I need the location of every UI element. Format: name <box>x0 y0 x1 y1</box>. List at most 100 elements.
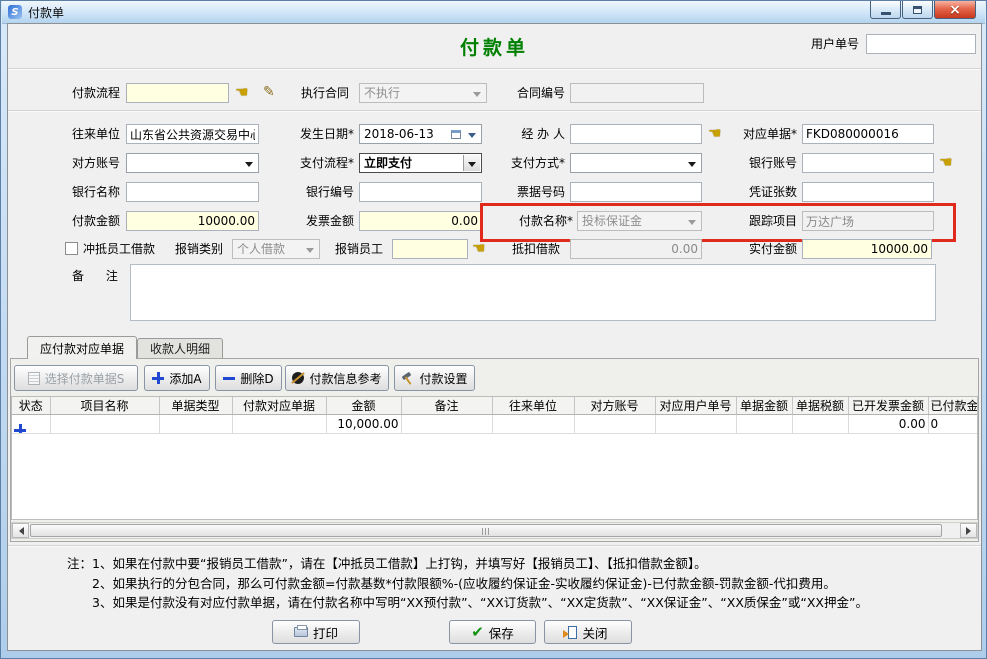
column-header[interactable]: 对方账号 <box>574 397 655 415</box>
paid-amount-cell: 0 <box>928 415 978 434</box>
delete-button[interactable]: 删除D <box>215 365 282 391</box>
tab-label: 应付款对应单据 <box>40 340 124 357</box>
payment-flow-input[interactable] <box>126 83 229 103</box>
table-row[interactable]: 10,000.00 0.00 0 <box>12 415 978 434</box>
column-header[interactable]: 项目名称 <box>50 397 159 415</box>
user-no-input[interactable] <box>866 34 976 54</box>
print-label: 打印 <box>313 623 338 642</box>
column-header[interactable]: 状态 <box>12 397 50 415</box>
combo-arrow-button[interactable] <box>463 155 480 171</box>
bill-no-input[interactable] <box>570 182 702 202</box>
close-button[interactable]: × <box>934 1 976 19</box>
note-line: 3、如果是付款没有对应付款单据，请在付款名称中写明“XX预付款”、“XX订货款”… <box>92 593 868 613</box>
column-header[interactable]: 单据类型 <box>159 397 232 415</box>
offset-loan-label: 冲抵员工借款 <box>83 239 155 259</box>
maximize-button[interactable] <box>902 1 933 19</box>
table-cell <box>736 415 792 434</box>
bank-account-input[interactable] <box>802 153 934 173</box>
maximize-icon <box>913 6 922 14</box>
reimburse-employee-label: 报销员工 <box>335 239 383 259</box>
reimburse-type-select[interactable]: 个人借款 <box>232 239 320 259</box>
wheel-icon <box>292 372 304 384</box>
execute-contract-label: 执行合同 <box>277 83 349 103</box>
status-cell[interactable] <box>12 415 50 434</box>
contract-no-input <box>570 83 704 103</box>
handler-input[interactable] <box>570 124 702 144</box>
reimburse-employee-input[interactable] <box>392 239 468 259</box>
invoice-amount-label: 发票金额 <box>282 211 354 231</box>
pay-settings-button[interactable]: 付款设置 <box>394 365 475 391</box>
pay-flow-select[interactable]: 立即支付 <box>359 153 482 173</box>
invoiced-amount-cell: 0.00 <box>848 415 928 434</box>
pay-method-label: 支付方式* <box>482 153 565 173</box>
window-title: 付款单 <box>28 4 64 21</box>
chevron-down-icon <box>473 92 481 101</box>
counterparty-input[interactable] <box>126 124 259 144</box>
voucher-count-input[interactable] <box>802 182 934 202</box>
arrow-right-icon <box>966 527 975 535</box>
pay-name-select[interactable]: 投标保证金 <box>577 211 702 231</box>
scrollbar-thumb[interactable] <box>30 524 942 537</box>
counter-account-select[interactable] <box>126 153 259 173</box>
column-header[interactable]: 对应用户单号 <box>655 397 736 415</box>
scroll-left-button[interactable] <box>12 523 29 538</box>
plus-icon <box>152 372 164 384</box>
pay-method-select[interactable] <box>570 153 702 173</box>
actual-amount-label: 实付金额 <box>717 239 797 259</box>
execute-contract-select[interactable]: 不执行 <box>359 83 487 103</box>
printer-icon <box>294 627 308 637</box>
minus-icon <box>223 372 235 384</box>
column-header[interactable]: 付款对应单据 <box>232 397 326 415</box>
save-button[interactable]: ✔ 保存 <box>449 620 536 644</box>
offset-loan-checkbox[interactable] <box>65 242 78 255</box>
check-icon: ✔ <box>471 625 484 640</box>
column-header[interactable]: 单据税额 <box>792 397 848 415</box>
add-label: 添加A <box>169 370 201 387</box>
ref-doc-input[interactable] <box>802 124 934 144</box>
reimburse-type-value: 个人借款 <box>237 242 285 256</box>
horizontal-scrollbar[interactable] <box>11 522 978 539</box>
lookup-hand-icon[interactable]: ☚ <box>235 85 248 100</box>
chevron-down-icon <box>468 133 476 142</box>
deduct-loan-label: 抵扣借款 <box>482 239 560 259</box>
column-header[interactable]: 已付款金 <box>928 397 978 415</box>
remarks-textarea[interactable] <box>130 264 936 321</box>
print-button[interactable]: 打印 <box>272 620 360 644</box>
tab-payee-detail[interactable]: 收款人明细 <box>137 338 223 358</box>
column-header[interactable]: 往来单位 <box>492 397 574 415</box>
hammer-icon <box>401 372 414 385</box>
bank-no-input[interactable] <box>359 182 482 202</box>
remarks-label: 备 注 <box>72 266 118 286</box>
column-header[interactable]: 金额 <box>326 397 401 415</box>
tab-payable-docs[interactable]: 应付款对应单据 <box>27 336 137 359</box>
select-doc-label: 选择付款单据S <box>45 370 125 387</box>
reimburse-type-label: 报销类别 <box>175 239 223 259</box>
form-client-area: 付款单 用户单号 付款流程 ☚ ✎ 执行合同 不执行 合同编号 往来单位 发生日… <box>7 23 982 651</box>
track-project-label: 跟踪项目 <box>717 211 797 231</box>
bank-name-input[interactable] <box>126 182 259 202</box>
column-header[interactable]: 已开发票金额 <box>848 397 928 415</box>
lookup-hand-icon[interactable]: ☚ <box>939 155 952 170</box>
minimize-button[interactable] <box>870 1 901 19</box>
pay-info-ref-button[interactable]: 付款信息参考 <box>285 365 389 391</box>
edit-pencil-icon[interactable]: ✎ <box>263 85 275 99</box>
counter-account-label: 对方账号 <box>48 153 120 173</box>
actual-amount-input[interactable] <box>802 239 932 259</box>
voucher-count-label: 凭证张数 <box>717 182 797 202</box>
pay-amount-input[interactable] <box>126 211 259 231</box>
exit-door-icon <box>568 626 577 639</box>
occur-date-picker[interactable]: 2018-06-13 <box>359 124 482 144</box>
chevron-down-icon <box>245 162 253 171</box>
add-button[interactable]: 添加A <box>144 365 210 391</box>
divider <box>8 68 981 70</box>
pay-flow-label: 支付流程* <box>282 153 354 173</box>
column-header[interactable]: 单据金额 <box>736 397 792 415</box>
invoice-amount-input[interactable] <box>359 211 482 231</box>
save-label: 保存 <box>489 623 514 642</box>
scroll-right-button[interactable] <box>960 523 977 538</box>
chevron-down-icon <box>688 220 696 229</box>
select-doc-button[interactable]: 选择付款单据S <box>14 365 138 391</box>
column-header[interactable]: 备注 <box>401 397 492 415</box>
close-form-button[interactable]: 关闭 <box>544 620 632 644</box>
notes-lines: 1、如果在付款中要“报销员工借款”，请在【冲抵员工借款】上打钩，并填写好【报销员… <box>92 554 868 613</box>
